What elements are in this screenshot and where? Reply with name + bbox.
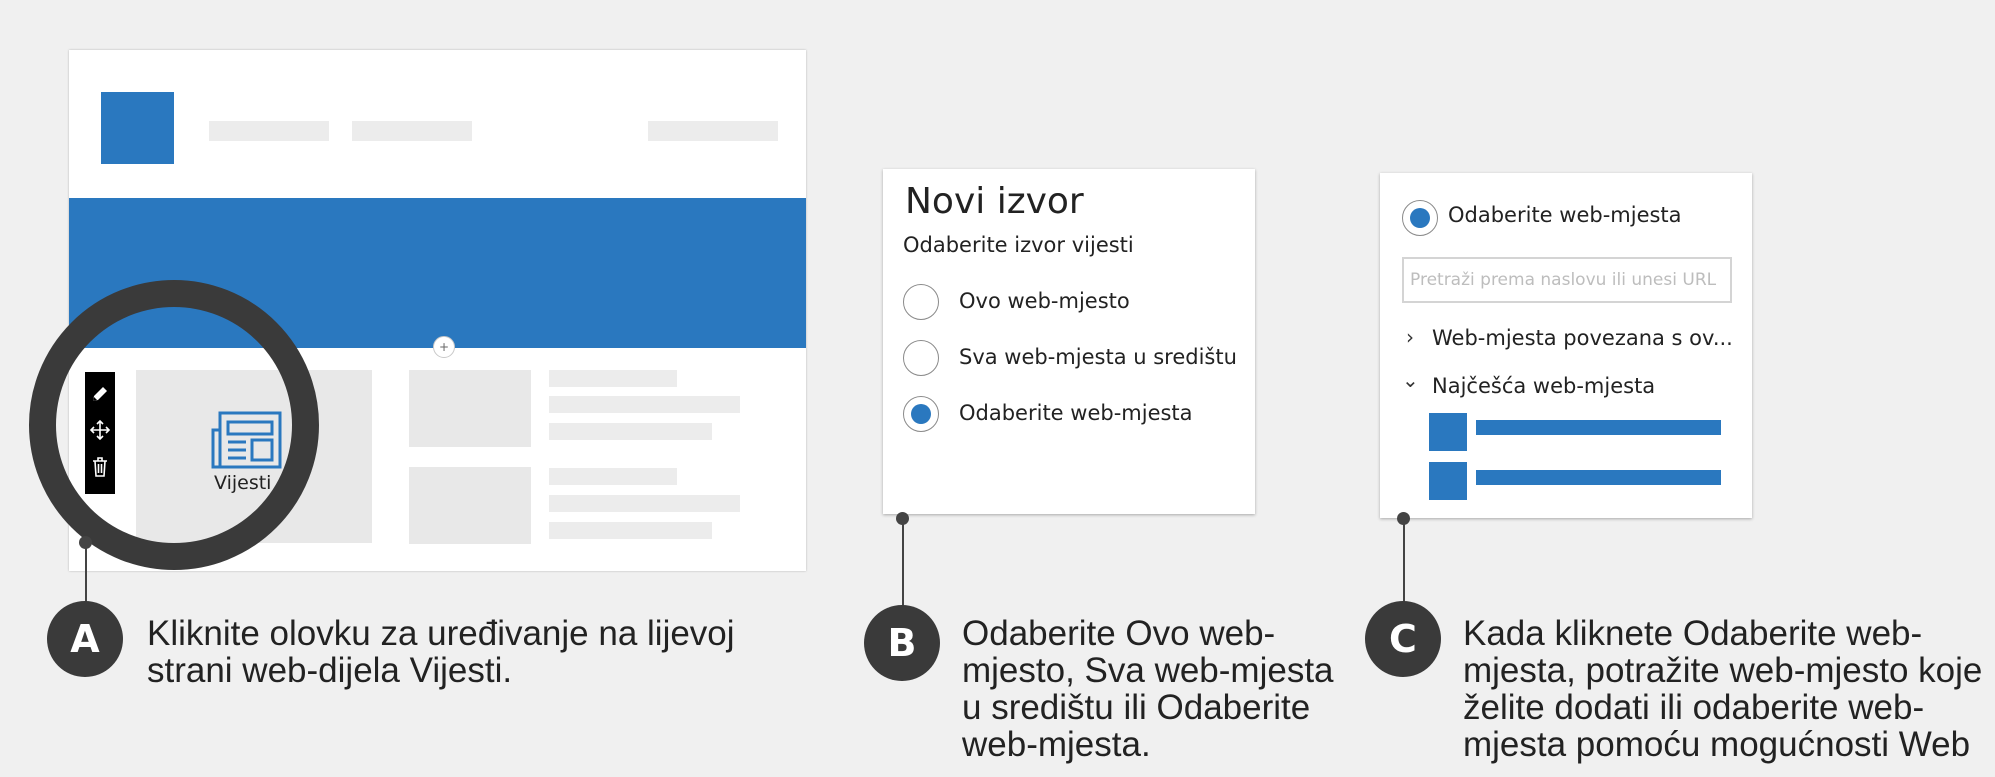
- radio-select-sites[interactable]: [1402, 200, 1438, 236]
- callout-badge-b: B: [864, 605, 940, 681]
- text-line-placeholder: [549, 495, 740, 512]
- radio-label-select-sites: Odaberite web-mjesta: [1448, 203, 1682, 227]
- radio-all-hub-sites[interactable]: [903, 340, 939, 376]
- site-thumbnail: [1429, 462, 1467, 500]
- news-item-image: [409, 370, 531, 447]
- site-search-input[interactable]: Pretraži prema naslovu ili unesi URL: [1402, 257, 1732, 303]
- add-section-button[interactable]: +: [433, 336, 455, 358]
- associated-sites-toggle[interactable]: Web-mjesta povezana s ov...: [1432, 326, 1733, 350]
- header-action-placeholder: [648, 121, 778, 141]
- radio-this-site[interactable]: [903, 284, 939, 320]
- frequent-sites-toggle[interactable]: Najčešća web-mjesta: [1432, 374, 1655, 398]
- site-name-placeholder[interactable]: [1476, 420, 1721, 435]
- chevron-right-icon[interactable]: ›: [1406, 325, 1414, 349]
- trash-icon[interactable]: [90, 456, 110, 482]
- text-line-placeholder: [549, 468, 677, 485]
- callout-badge-a: A: [47, 601, 123, 677]
- panel-subtitle: Odaberite izvor vijesti: [903, 233, 1134, 257]
- callout-text-a: Kliknite olovku za uređivanje na lijevoj…: [147, 614, 735, 690]
- radio-select-sites[interactable]: [903, 396, 939, 432]
- move-icon[interactable]: [89, 419, 111, 445]
- text-line-placeholder: [549, 396, 740, 413]
- news-webpart-label: Vijesti: [214, 472, 272, 494]
- site-thumbnail: [1429, 413, 1467, 451]
- radio-label-this-site: Ovo web-mjesto: [959, 289, 1130, 313]
- callout-badge-c: C: [1365, 601, 1441, 677]
- nav-placeholder: [209, 121, 329, 141]
- radio-label-all-hub-sites: Sva web-mjesta u središtu: [959, 345, 1237, 369]
- nav-placeholder: [352, 121, 472, 141]
- select-sites-panel: Odaberite web-mjesta Pretraži prema nasl…: [1380, 173, 1752, 518]
- news-item-image: [409, 467, 531, 544]
- site-logo-placeholder: [101, 92, 174, 164]
- text-line-placeholder: [549, 423, 712, 440]
- webpart-toolbar: [85, 372, 115, 494]
- radio-label-select-sites: Odaberite web-mjesta: [959, 401, 1193, 425]
- callout-text-b: Odaberite Ovo web-mjesto, Sva web-mjesta…: [962, 614, 1334, 764]
- new-source-panel: Novi izvor Odaberite izvor vijesti Ovo w…: [883, 169, 1255, 514]
- chevron-down-icon[interactable]: ⌄: [1402, 368, 1419, 392]
- pencil-edit-icon[interactable]: [90, 384, 110, 408]
- callout-line: [1403, 519, 1405, 609]
- site-name-placeholder[interactable]: [1476, 470, 1721, 485]
- callout-line: [902, 519, 904, 609]
- callout-text-c: Kada kliknete Odaberite web-mjesta, potr…: [1463, 614, 1983, 764]
- text-line-placeholder: [549, 370, 677, 387]
- panel-title: Novi izvor: [905, 181, 1084, 222]
- news-webpart-icon: [210, 410, 284, 470]
- text-line-placeholder: [549, 522, 712, 539]
